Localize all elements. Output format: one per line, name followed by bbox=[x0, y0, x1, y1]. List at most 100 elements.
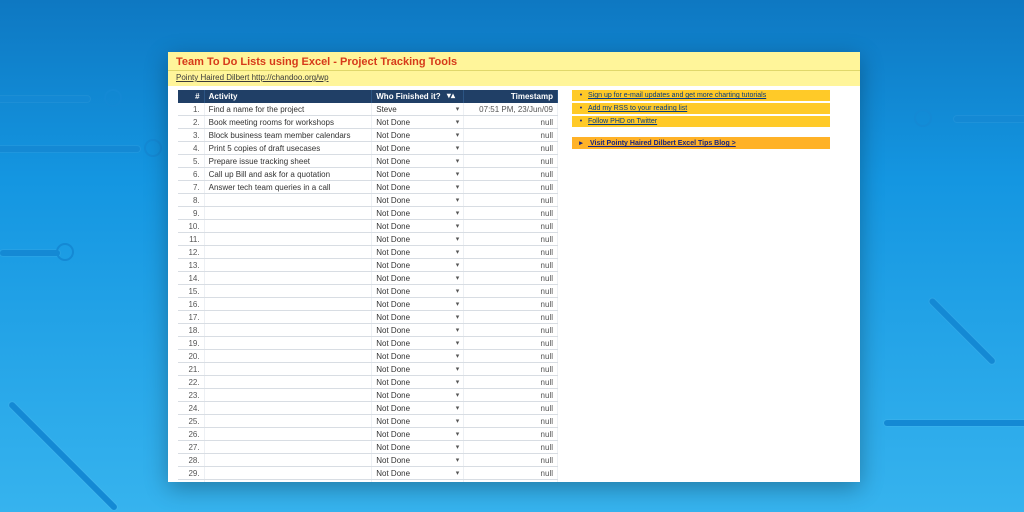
row-activity[interactable] bbox=[204, 363, 372, 376]
row-activity[interactable] bbox=[204, 337, 372, 350]
row-activity[interactable] bbox=[204, 285, 372, 298]
row-who-dropdown[interactable]: Not Done▾ bbox=[372, 194, 464, 207]
row-activity[interactable] bbox=[204, 415, 372, 428]
row-activity[interactable] bbox=[204, 272, 372, 285]
row-who-dropdown[interactable]: Not Done▾ bbox=[372, 324, 464, 337]
row-who-dropdown[interactable]: Not Done▾ bbox=[372, 363, 464, 376]
row-who-dropdown[interactable]: Not Done▾ bbox=[372, 298, 464, 311]
row-who-dropdown[interactable]: Not Done▾ bbox=[372, 285, 464, 298]
row-who-dropdown[interactable]: Not Done▾ bbox=[372, 272, 464, 285]
row-activity[interactable] bbox=[204, 350, 372, 363]
page-subtitle[interactable]: Pointy Haired Dilbert http://chandoo.org… bbox=[168, 71, 860, 86]
row-activity[interactable] bbox=[204, 311, 372, 324]
row-activity[interactable]: Answer tech team queries in a call bbox=[204, 181, 372, 194]
row-who-dropdown[interactable]: Not Done▾ bbox=[372, 389, 464, 402]
chevron-down-icon: ▾ bbox=[456, 339, 460, 347]
row-who-dropdown[interactable]: Steve▾ bbox=[372, 103, 464, 116]
row-who-dropdown[interactable]: Not Done▾ bbox=[372, 116, 464, 129]
row-activity[interactable] bbox=[204, 402, 372, 415]
row-who-value: Not Done bbox=[376, 274, 410, 283]
row-who-dropdown[interactable]: Not Done▾ bbox=[372, 129, 464, 142]
row-activity[interactable] bbox=[204, 233, 372, 246]
row-who-value: Not Done bbox=[376, 287, 410, 296]
row-number: 19. bbox=[178, 337, 204, 350]
chevron-down-icon: ▾ bbox=[456, 456, 460, 464]
row-who-dropdown[interactable]: Not Done▾ bbox=[372, 207, 464, 220]
row-number: 9. bbox=[178, 207, 204, 220]
row-who-value: Not Done bbox=[376, 404, 410, 413]
chevron-down-icon: ▾ bbox=[456, 469, 460, 477]
row-who-dropdown[interactable]: Not Done▾ bbox=[372, 376, 464, 389]
sidebar-link[interactable]: •Add my RSS to your reading list bbox=[572, 103, 830, 114]
row-activity[interactable]: Call up Bill and ask for a quotation bbox=[204, 168, 372, 181]
row-activity[interactable]: Book meeting rooms for workshops bbox=[204, 116, 372, 129]
col-activity[interactable]: Activity bbox=[204, 90, 372, 103]
row-activity[interactable] bbox=[204, 454, 372, 467]
row-number: 29. bbox=[178, 467, 204, 480]
background: Team To Do Lists using Excel - Project T… bbox=[0, 0, 1024, 512]
row-activity[interactable] bbox=[204, 324, 372, 337]
row-who-dropdown[interactable]: Not Done▾ bbox=[372, 233, 464, 246]
sidebar-link[interactable]: •Sign up for e-mail updates and get more… bbox=[572, 90, 830, 101]
row-who-dropdown[interactable]: Not Done▾ bbox=[372, 181, 464, 194]
row-activity[interactable]: Prepare issue tracking sheet bbox=[204, 155, 372, 168]
col-timestamp[interactable]: Timestamp bbox=[464, 90, 558, 103]
row-activity[interactable] bbox=[204, 207, 372, 220]
row-who-dropdown[interactable]: Not Done▾ bbox=[372, 311, 464, 324]
table-row: 30.Not Done▾null bbox=[178, 480, 558, 483]
row-who-value: Not Done bbox=[376, 235, 410, 244]
row-activity[interactable] bbox=[204, 428, 372, 441]
row-who-dropdown[interactable]: Not Done▾ bbox=[372, 480, 464, 483]
row-who-dropdown[interactable]: Not Done▾ bbox=[372, 337, 464, 350]
row-who-dropdown[interactable]: Not Done▾ bbox=[372, 350, 464, 363]
row-timestamp: null bbox=[464, 116, 558, 129]
row-who-dropdown[interactable]: Not Done▾ bbox=[372, 246, 464, 259]
row-activity[interactable] bbox=[204, 376, 372, 389]
row-activity[interactable] bbox=[204, 480, 372, 483]
col-who[interactable]: Who Finished it? ▾▴ bbox=[372, 90, 464, 103]
sidebar-cta[interactable]: ▸ Visit Pointy Haired Dilbert Excel Tips… bbox=[572, 137, 830, 149]
row-who-dropdown[interactable]: Not Done▾ bbox=[372, 259, 464, 272]
row-who-dropdown[interactable]: Not Done▾ bbox=[372, 402, 464, 415]
table-row: 6.Call up Bill and ask for a quotationNo… bbox=[178, 168, 558, 181]
row-activity[interactable] bbox=[204, 467, 372, 480]
row-who-value: Not Done bbox=[376, 261, 410, 270]
row-activity[interactable] bbox=[204, 298, 372, 311]
table-row: 3.Block business team member calendarsNo… bbox=[178, 129, 558, 142]
row-who-value: Not Done bbox=[376, 365, 410, 374]
row-who-dropdown[interactable]: Not Done▾ bbox=[372, 415, 464, 428]
sidebar-link[interactable]: •Follow PHD on Twitter bbox=[572, 116, 830, 127]
row-activity[interactable]: Find a name for the project bbox=[204, 103, 372, 116]
row-activity[interactable] bbox=[204, 246, 372, 259]
row-who-value: Not Done bbox=[376, 443, 410, 452]
chevron-down-icon: ▾ bbox=[456, 144, 460, 152]
row-activity[interactable] bbox=[204, 389, 372, 402]
table-row: 21.Not Done▾null bbox=[178, 363, 558, 376]
table-row: 4.Print 5 copies of draft usecasesNot Do… bbox=[178, 142, 558, 155]
row-who-dropdown[interactable]: Not Done▾ bbox=[372, 441, 464, 454]
row-who-dropdown[interactable]: Not Done▾ bbox=[372, 220, 464, 233]
chevron-down-icon: ▾ bbox=[456, 118, 460, 126]
row-activity[interactable] bbox=[204, 220, 372, 233]
row-who-dropdown[interactable]: Not Done▾ bbox=[372, 428, 464, 441]
row-who-dropdown[interactable]: Not Done▾ bbox=[372, 155, 464, 168]
row-timestamp: null bbox=[464, 194, 558, 207]
table-row: 20.Not Done▾null bbox=[178, 350, 558, 363]
row-activity[interactable] bbox=[204, 441, 372, 454]
row-who-dropdown[interactable]: Not Done▾ bbox=[372, 168, 464, 181]
sidebar-link-label: Sign up for e-mail updates and get more … bbox=[588, 92, 766, 99]
row-activity[interactable] bbox=[204, 259, 372, 272]
table-row: 22.Not Done▾null bbox=[178, 376, 558, 389]
row-number: 28. bbox=[178, 454, 204, 467]
row-timestamp: null bbox=[464, 220, 558, 233]
row-who-dropdown[interactable]: Not Done▾ bbox=[372, 467, 464, 480]
row-who-dropdown[interactable]: Not Done▾ bbox=[372, 454, 464, 467]
row-who-value: Not Done bbox=[376, 209, 410, 218]
row-who-dropdown[interactable]: Not Done▾ bbox=[372, 142, 464, 155]
row-activity[interactable]: Block business team member calendars bbox=[204, 129, 372, 142]
row-activity[interactable] bbox=[204, 194, 372, 207]
row-number: 11. bbox=[178, 233, 204, 246]
col-number[interactable]: # bbox=[178, 90, 204, 103]
row-activity[interactable]: Print 5 copies of draft usecases bbox=[204, 142, 372, 155]
chevron-down-icon: ▾ bbox=[456, 313, 460, 321]
